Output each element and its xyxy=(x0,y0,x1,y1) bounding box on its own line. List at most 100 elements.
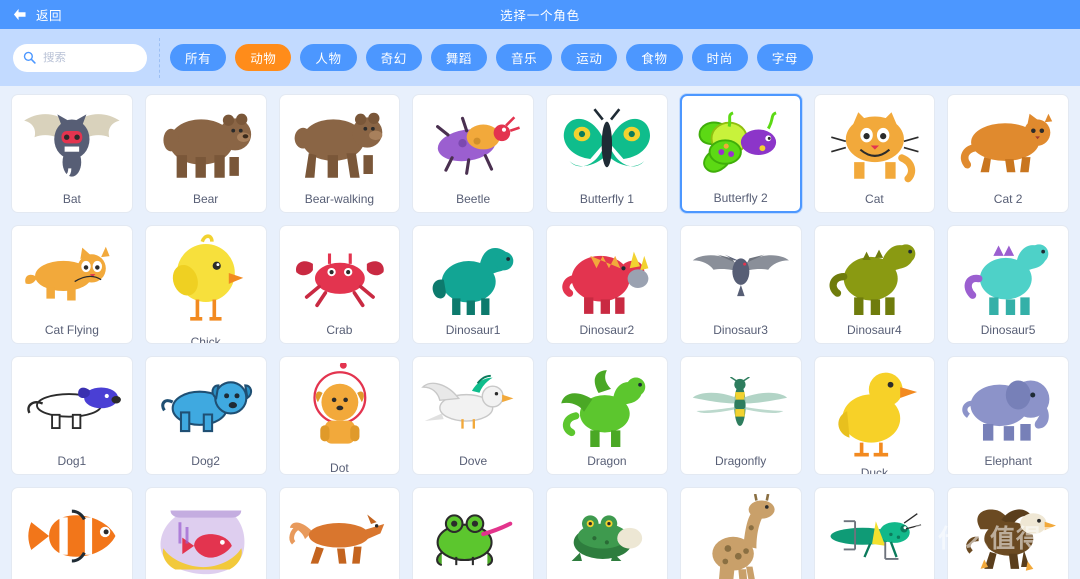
category-tag-0[interactable]: 所有 xyxy=(170,44,227,71)
category-tag-6[interactable]: 运动 xyxy=(561,44,618,71)
sprite-card[interactable]: Dinosaur5 xyxy=(947,225,1069,344)
fish-sprite xyxy=(12,488,132,579)
category-tag-8[interactable]: 时尚 xyxy=(691,44,748,71)
sprite-card[interactable]: Bat xyxy=(11,94,133,213)
sprite-card[interactable]: Griffin xyxy=(947,487,1069,579)
fishbowl-sprite xyxy=(146,488,266,579)
sprite-card[interactable]: Grasshopper xyxy=(813,487,936,579)
sprite-card[interactable]: Frog xyxy=(412,487,534,579)
sprite-card-label: Dinosaur2 xyxy=(579,323,635,337)
sprite-card[interactable]: Dragonfly xyxy=(679,356,802,475)
dinosaur5-sprite xyxy=(948,226,1068,317)
crab-sprite xyxy=(280,226,400,317)
fox-sprite xyxy=(280,488,400,579)
butterfly2-sprite xyxy=(682,96,800,185)
elephant-sprite xyxy=(948,357,1068,448)
category-tag-9[interactable]: 字母 xyxy=(756,44,814,71)
sprite-card-label: Bear xyxy=(192,192,219,206)
page-title: 选择一个角色 xyxy=(500,9,580,23)
sprite-card-label: Dot xyxy=(330,461,349,475)
bear-walking-sprite xyxy=(280,95,400,186)
dinosaur3-sprite xyxy=(681,226,801,317)
sprite-card[interactable]: Dog2 xyxy=(144,356,267,475)
sprite-card-label: Chick xyxy=(190,334,221,344)
sprite-card[interactable]: Dinosaur2 xyxy=(546,225,668,344)
sprite-card-label: Cat xyxy=(865,192,884,206)
sprite-card[interactable]: Beetle xyxy=(412,94,534,213)
sprite-card[interactable]: Bear-walking xyxy=(278,94,401,213)
cat2-sprite xyxy=(948,95,1068,186)
sprite-library-window: 返回 选择一个角色 所有动物人物奇幻舞蹈音乐运动食物时尚字母 Bat Bear Be… xyxy=(0,0,1080,579)
duck-sprite xyxy=(815,357,935,460)
category-tag-7[interactable]: 食物 xyxy=(626,44,683,71)
sprite-card[interactable]: Dog1 xyxy=(11,356,133,475)
filter-divider xyxy=(159,37,160,78)
sprite-card[interactable]: Crab xyxy=(278,225,401,344)
sprite-card-label: Cat 2 xyxy=(993,192,1023,206)
chick-sprite xyxy=(146,226,266,329)
back-button[interactable]: 返回 xyxy=(0,0,74,29)
sprite-grid-scroll-area[interactable]: Bat Bear Bear-walking Beetle Butterfly 1 Butt… xyxy=(0,86,1080,579)
sprite-card-label: Butterfly 1 xyxy=(579,192,634,206)
dot-sprite xyxy=(280,357,400,455)
category-tag-3[interactable]: 奇幻 xyxy=(365,44,422,71)
sprite-card-label: Cat Flying xyxy=(44,323,99,337)
dinosaur4-sprite xyxy=(815,226,935,317)
dragon-sprite xyxy=(547,357,667,448)
sprite-card[interactable]: Butterfly 1 xyxy=(546,94,668,213)
sprite-card-label: Butterfly 2 xyxy=(713,191,768,205)
category-tag-list: 所有 动物 人物 奇幻 舞蹈 音乐 运动 食物 时尚 字母 xyxy=(170,44,814,71)
sprite-card[interactable]: Cat xyxy=(813,94,936,213)
sprite-card[interactable]: Fish xyxy=(11,487,133,579)
frog2-sprite xyxy=(547,488,667,579)
sprite-card[interactable]: Frog 2 xyxy=(546,487,668,579)
beetle-sprite xyxy=(413,95,533,186)
sprite-card[interactable]: Fishbowl xyxy=(144,487,267,579)
sprite-card-label: Elephant xyxy=(984,454,1032,468)
sprite-card[interactable]: Butterfly 2 xyxy=(679,94,802,213)
sprite-card-label: Dragonfly xyxy=(714,454,767,468)
bat-sprite xyxy=(12,95,132,186)
filter-bar: 所有动物人物奇幻舞蹈音乐运动食物时尚字母 xyxy=(0,29,1080,86)
window-header: 返回 选择一个角色 xyxy=(0,0,1080,29)
grasshopper-sprite xyxy=(815,488,935,579)
sprite-card[interactable]: Cat 2 xyxy=(947,94,1069,213)
sprite-card[interactable]: Bear xyxy=(144,94,267,213)
search-input[interactable] xyxy=(43,51,137,64)
category-tag-4[interactable]: 舞蹈 xyxy=(430,44,488,71)
dove-sprite xyxy=(413,357,533,448)
giraffe-sprite xyxy=(681,488,801,579)
sprite-card[interactable]: Dinosaur1 xyxy=(412,225,534,344)
sprite-card-label: Dove xyxy=(459,454,488,468)
sprite-card-label: Dog1 xyxy=(57,454,87,468)
sprite-card[interactable]: Dragon xyxy=(546,356,668,475)
cat-flying-sprite xyxy=(12,226,132,317)
arrow-left-icon xyxy=(13,8,26,21)
cat-sprite xyxy=(815,95,935,186)
dog2-sprite xyxy=(146,357,266,448)
sprite-card[interactable]: Dot xyxy=(278,356,401,475)
dragonfly-sprite xyxy=(681,357,801,448)
back-button-label: 返回 xyxy=(36,9,63,23)
sprite-card[interactable]: Duck xyxy=(813,356,936,475)
sprite-card[interactable]: Elephant xyxy=(947,356,1069,475)
search-icon xyxy=(23,51,36,64)
sprite-card[interactable]: Dinosaur3 xyxy=(679,225,802,344)
sprite-card[interactable]: Dove xyxy=(412,356,534,475)
sprite-card-label: Dragon xyxy=(587,454,627,468)
category-tag-5[interactable]: 音乐 xyxy=(496,44,553,71)
sprite-card-label: Bat xyxy=(62,192,81,206)
category-tag-2[interactable]: 人物 xyxy=(300,44,357,71)
search-box[interactable] xyxy=(13,43,147,72)
frog-sprite xyxy=(413,488,533,579)
sprite-card-label: Dinosaur3 xyxy=(713,323,768,337)
sprite-card[interactable]: Giraffe xyxy=(679,487,802,579)
sprite-card[interactable]: Dinosaur4 xyxy=(813,225,936,344)
sprite-card[interactable]: Cat Flying xyxy=(11,225,133,344)
sprite-card-label: Dinosaur1 xyxy=(445,323,501,338)
category-tag-1[interactable]: 动物 xyxy=(235,44,292,71)
sprite-card-label: Dog2 xyxy=(191,454,220,468)
sprite-card[interactable]: Fox xyxy=(278,487,401,579)
sprite-card[interactable]: Chick xyxy=(144,225,267,344)
sprite-card-label: Beetle xyxy=(456,192,491,206)
